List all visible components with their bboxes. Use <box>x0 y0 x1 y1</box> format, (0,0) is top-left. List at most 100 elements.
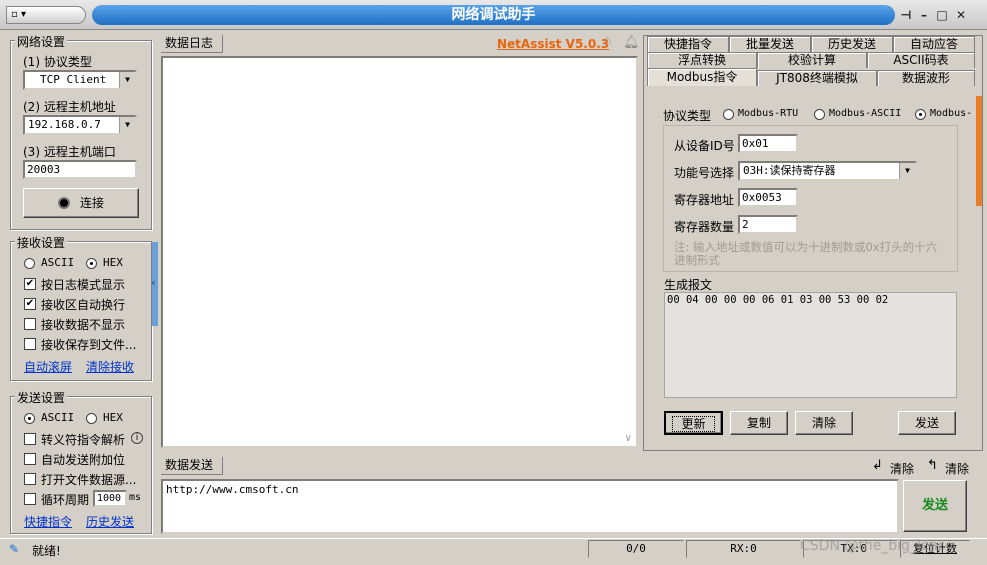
send-ascii-radio[interactable] <box>24 413 35 424</box>
title-bar: ▫ ▾ 网络调试助手 ⊣ – □ ✕ <box>0 0 987 30</box>
diamond-icon[interactable]: ♢ <box>601 35 614 51</box>
chevron-left-icon[interactable]: ‹ <box>151 276 156 289</box>
modbus-send-button[interactable]: 发送 <box>898 411 956 435</box>
clear-all-link[interactable]: 清除 <box>945 460 969 477</box>
close-button[interactable]: ✕ <box>953 7 969 23</box>
receive-ascii-radio[interactable] <box>24 258 35 269</box>
checkbox-label: 接收保存到文件... <box>41 338 137 352</box>
send-hex-radio[interactable] <box>86 413 97 424</box>
send-input[interactable]: http://www.cmsoft.cn <box>161 479 899 534</box>
status-text: 就绪! <box>32 544 61 558</box>
modbus-rtu-radio[interactable] <box>723 109 734 120</box>
period-input[interactable]: 1000 <box>93 490 127 507</box>
tab-float-convert[interactable]: 浮点转换 <box>647 52 757 68</box>
host-select[interactable]: 192.168.0.7 ▼ <box>23 115 137 135</box>
modbus-note: 注: 输入地址或数值可以为十进制数或0x打头的十六进制形式 <box>674 240 938 267</box>
group-title: 发送设置 <box>15 389 68 406</box>
tab-jt808[interactable]: JT808终端模拟 <box>757 70 877 86</box>
function-select[interactable]: 03H:读保持寄存器 ▼ <box>738 161 917 181</box>
window-title: 网络调试助手 <box>92 5 895 25</box>
function-label: 功能号选择 <box>674 166 735 180</box>
radio-label: Modbus-RTU <box>738 108 799 119</box>
tab-ascii-table[interactable]: ASCII码表 <box>867 52 975 68</box>
info-icon[interactable]: i <box>131 432 143 444</box>
file-source-checkbox[interactable] <box>24 473 36 485</box>
bell-icon[interactable]: 🔔︎ <box>623 35 640 50</box>
register-address-input[interactable]: 0x0053 <box>738 188 798 207</box>
tab-quick-command[interactable]: 快捷指令 <box>647 36 729 52</box>
auto-wrap-checkbox[interactable]: ✔ <box>24 298 36 310</box>
slave-id-input[interactable]: 0x01 <box>738 134 798 153</box>
tab-modbus[interactable]: Modbus指令 <box>647 68 757 86</box>
checkbox-label: 转义符指令解析 <box>41 433 126 447</box>
update-button[interactable]: 更新 <box>664 411 723 435</box>
generated-frame-area[interactable]: 00 04 00 00 00 06 01 03 00 53 00 02 <box>664 292 957 398</box>
slave-id-label: 从设备ID号 <box>674 139 735 153</box>
tab-auto-reply[interactable]: 自动应答 <box>893 36 975 52</box>
receive-settings-group: 接收设置 ASCII HEX ✔ 按日志模式显示 ✔ 接收区自动换行 接收数据不… <box>10 234 152 381</box>
send-button[interactable]: 发送 <box>903 480 967 532</box>
register-address-label: 寄存器地址 <box>674 193 735 207</box>
checkbox-label: 接收数据不显示 <box>41 318 126 332</box>
checkbox-label: 循环周期 <box>41 493 90 507</box>
tab-checksum[interactable]: 校验计算 <box>757 52 867 68</box>
tab-batch-send[interactable]: 批量发送 <box>729 36 811 52</box>
receive-hex-radio[interactable] <box>86 258 97 269</box>
append-bit-checkbox[interactable] <box>24 453 36 465</box>
connect-button[interactable]: 连接 <box>23 188 139 218</box>
minimize-button[interactable]: – <box>916 7 932 23</box>
modbus-protocol-label: 协议类型 <box>663 109 712 123</box>
register-count-input[interactable]: 2 <box>738 215 798 234</box>
modbus-tcp-radio[interactable] <box>915 109 926 120</box>
clear-up-arrow-icon[interactable]: ↰ <box>927 458 938 473</box>
tab-waveform[interactable]: 数据波形 <box>877 70 975 86</box>
clear-frame-button[interactable]: 清除 <box>795 411 853 435</box>
hide-data-checkbox[interactable] <box>24 318 36 330</box>
port-label: (3) 远程主机端口 <box>23 145 116 159</box>
tab-data-send[interactable]: 数据发送 <box>161 457 223 475</box>
network-settings-group: 网络设置 (1) 协议类型 TCP Client ▼ (2) 远程主机地址 19… <box>10 33 152 230</box>
maximize-button[interactable]: □ <box>934 7 950 23</box>
quick-command-link[interactable]: 快捷指令 <box>24 513 72 530</box>
checkbox-label: 接收区自动换行 <box>41 298 126 312</box>
checkbox-label: 按日志模式显示 <box>41 278 126 292</box>
protocol-select[interactable]: TCP Client ▼ <box>23 70 137 90</box>
chevron-down-icon: ▼ <box>119 117 135 133</box>
clear-send-link[interactable]: 清除 <box>890 460 914 477</box>
protocol-label: (1) 协议类型 <box>23 55 92 69</box>
radio-label: Modbus-ASCII <box>829 108 902 119</box>
group-title: 网络设置 <box>15 33 68 50</box>
clear-arrow-icon[interactable]: ↲ <box>872 458 883 473</box>
period-unit: ms <box>129 492 142 503</box>
scroll-down-icon[interactable]: ∨ <box>625 433 632 444</box>
chevron-down-icon: ▼ <box>119 72 135 88</box>
save-to-file-checkbox[interactable] <box>24 338 36 350</box>
tab-data-log[interactable]: 数据日志 <box>161 35 223 53</box>
escape-parse-checkbox[interactable] <box>24 433 36 445</box>
group-title: 接收设置 <box>15 234 68 251</box>
cycle-checkbox[interactable] <box>24 493 36 505</box>
send-history-link[interactable]: 历史发送 <box>86 513 134 530</box>
radio-label: HEX <box>103 411 123 424</box>
pin-icon[interactable]: ⊣ <box>898 7 914 23</box>
data-log-area[interactable]: ∨ <box>161 56 638 448</box>
brand-link[interactable]: NetAssist V5.0.3 <box>497 37 609 51</box>
checkbox-label: 自动发送附加位 <box>41 453 126 467</box>
register-count-label: 寄存器数量 <box>674 220 735 234</box>
function-value: 03H:读保持寄存器 <box>743 164 836 177</box>
checkbox-label: 打开文件数据源... <box>41 473 137 487</box>
modbus-ascii-radio[interactable] <box>814 109 825 120</box>
host-label: (2) 远程主机地址 <box>23 100 116 114</box>
system-menu-button[interactable]: ▫ ▾ <box>6 6 86 24</box>
copy-button[interactable]: 复制 <box>730 411 788 435</box>
tab-history-send[interactable]: 历史发送 <box>811 36 893 52</box>
scrollbar-thumb[interactable] <box>976 96 982 206</box>
clear-receive-link[interactable]: 清除接收 <box>86 358 134 375</box>
watermark: CSDN @the_big_lear <box>800 538 944 554</box>
send-settings-group: 发送设置 ASCII HEX 转义符指令解析 i 自动发送附加位 打开文件数据源… <box>10 389 152 534</box>
log-mode-checkbox[interactable]: ✔ <box>24 278 36 290</box>
status-count: 0/0 <box>588 540 684 558</box>
auto-scroll-link[interactable]: 自动滚屏 <box>24 358 72 375</box>
port-input[interactable]: 20003 <box>23 160 137 179</box>
status-icon: ✎ <box>9 542 20 556</box>
